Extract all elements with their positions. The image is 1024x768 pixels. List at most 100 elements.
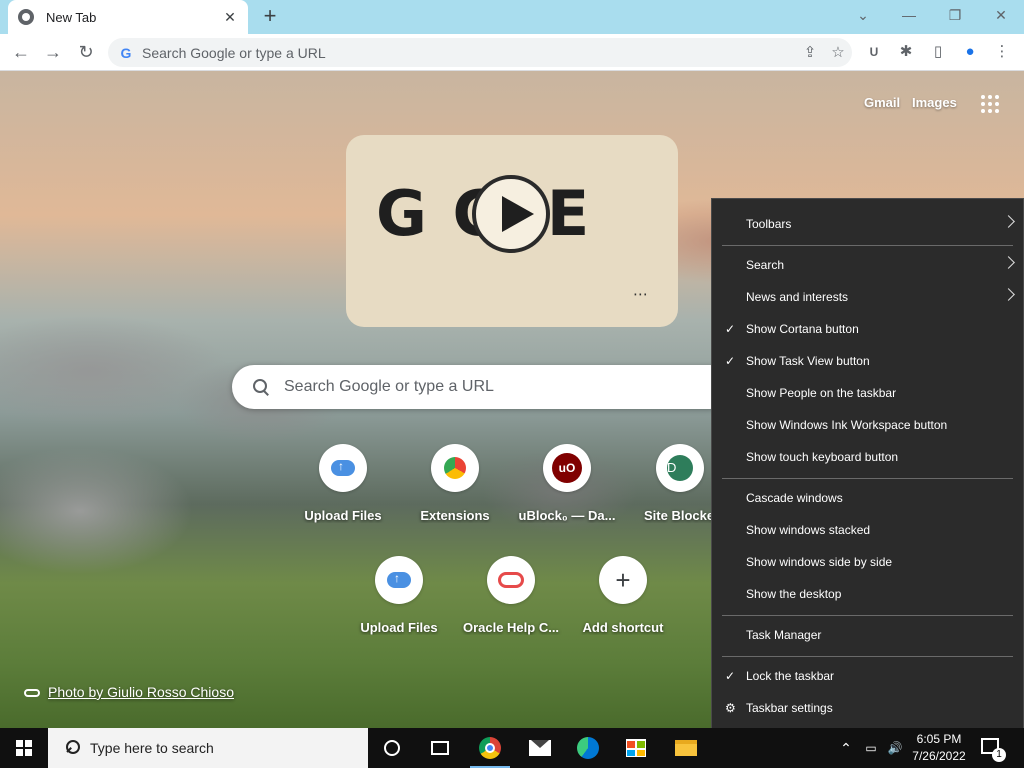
ntp-search-box[interactable]: Search Google or type a URL (232, 365, 732, 409)
gear-icon: ⚙ (725, 701, 736, 715)
menu-item-show-cortana[interactable]: ✓ Show Cortana button (712, 315, 1023, 343)
back-button[interactable]: ← (8, 39, 34, 65)
windows-taskbar: Type here to search ⌃ ▭ 🔊 6:05 PM 7/26/2… (0, 728, 1024, 768)
menu-separator (722, 615, 1013, 616)
checkmark-icon: ✓ (725, 669, 736, 683)
reload-button[interactable]: ↻ (73, 39, 99, 65)
clock-time: 6:05 PM (916, 732, 962, 746)
ntp-search-placeholder[interactable]: Search Google or type a URL (284, 378, 494, 396)
taskbar-chrome[interactable] (466, 728, 514, 768)
cortana-circle-icon (384, 740, 400, 756)
cloud-upload-icon (387, 571, 411, 588)
shortcut-upload-files[interactable]: Upload Files (287, 444, 399, 523)
menu-item-cascade-windows[interactable]: Cascade windows (712, 484, 1023, 512)
cortana-button[interactable] (368, 728, 416, 768)
shortcut-label: uBlock₀ — Da... (518, 508, 616, 523)
volume-icon[interactable]: 🔊 (884, 728, 906, 768)
menu-item-show-windows-side-by-side[interactable]: Show windows side by side (712, 548, 1023, 576)
shortcut-extensions[interactable]: Extensions (399, 444, 511, 523)
google-g-icon: G (120, 44, 132, 61)
task-view-button[interactable] (416, 728, 464, 768)
ublock-extension-icon[interactable]: U (861, 39, 887, 65)
chrome-menu-icon[interactable]: ⋮ (989, 39, 1015, 65)
task-view-icon (431, 741, 449, 755)
menu-item-show-task-view[interactable]: ✓ Show Task View button (712, 347, 1023, 375)
omnibox-placeholder[interactable]: Search Google or type a URL (142, 45, 796, 61)
tab-close-icon[interactable]: ✕ (222, 9, 238, 26)
side-panel-icon[interactable]: ▯ (925, 39, 951, 65)
chrome-icon (479, 737, 501, 759)
menu-item-search[interactable]: Search (712, 251, 1023, 279)
shortcut-site-blocked[interactable]: D Site Blocked (623, 444, 711, 523)
share-icon[interactable]: ⇪ (796, 39, 824, 67)
tab-new-tab[interactable]: New Tab ✕ (8, 0, 248, 34)
menu-item-show-windows-stacked[interactable]: Show windows stacked (712, 516, 1023, 544)
start-button[interactable] (0, 728, 48, 768)
photo-credit-text: Photo by Giulio Rosso Chioso (48, 684, 234, 700)
add-shortcut-button[interactable]: + Add shortcut (567, 556, 679, 635)
new-tab-button[interactable]: + (258, 5, 282, 29)
shortcut-label: Extensions (420, 508, 490, 523)
windows-logo-icon (16, 740, 32, 756)
taskbar-file-explorer[interactable] (662, 728, 710, 768)
menu-separator (722, 656, 1013, 657)
forward-button[interactable]: → (40, 39, 66, 65)
search-icon (252, 378, 270, 396)
doodle-share-icon[interactable]: ⋯ (633, 285, 648, 303)
menu-item-show-people[interactable]: Show People on the taskbar (712, 379, 1023, 407)
photo-credit-link[interactable]: Photo by Giulio Rosso Chioso (24, 684, 234, 700)
menu-item-show-desktop[interactable]: Show the desktop (712, 580, 1023, 608)
shortcut-upload-files-2[interactable]: Upload Files (343, 556, 455, 635)
menu-item-task-manager[interactable]: Task Manager (712, 621, 1023, 649)
omnibox[interactable]: G Search Google or type a URL ⇪ ☆ (108, 38, 852, 67)
search-icon (62, 740, 80, 756)
ublock-icon: uO (552, 453, 582, 483)
taskbar-clock[interactable]: 6:05 PM 7/26/2022 (906, 731, 972, 765)
checkmark-icon: ✓ (725, 354, 736, 368)
menu-item-show-ink-workspace[interactable]: Show Windows Ink Workspace button (712, 411, 1023, 439)
shortcut-label: Oracle Help C... (462, 620, 560, 635)
google-apps-icon[interactable] (981, 95, 999, 113)
close-window-button[interactable]: ✕ (978, 0, 1024, 30)
shortcut-label: Upload Files (360, 620, 438, 635)
menu-item-taskbar-settings[interactable]: ⚙ Taskbar settings (712, 694, 1023, 722)
restore-button[interactable]: ❐ (932, 0, 978, 30)
menu-item-lock-taskbar[interactable]: ✓ Lock the taskbar (712, 662, 1023, 690)
taskbar-search-box[interactable]: Type here to search (48, 728, 368, 768)
browser-titlebar: New Tab ✕ + ⌄ — ❐ ✕ (0, 0, 1024, 34)
shortcut-oracle-help[interactable]: Oracle Help C... (455, 556, 567, 635)
shortcut-ublock[interactable]: uO uBlock₀ — Da... (511, 444, 623, 523)
tab-title: New Tab (46, 9, 97, 25)
extensions-icon (444, 457, 466, 479)
taskbar-store[interactable] (612, 728, 660, 768)
gmail-link[interactable]: Gmail (864, 95, 900, 110)
network-icon[interactable]: ▭ (860, 728, 882, 768)
menu-item-toolbars[interactable]: Toolbars (712, 210, 1023, 238)
profile-avatar-icon[interactable]: ● (957, 39, 983, 65)
taskbar-mail[interactable] (516, 728, 564, 768)
bookmark-star-icon[interactable]: ☆ (824, 39, 852, 67)
folder-icon (675, 740, 697, 756)
shortcut-label: Add shortcut (582, 620, 664, 635)
menu-separator (722, 245, 1013, 246)
menu-item-news-and-interests[interactable]: News and interests (712, 283, 1023, 311)
chevron-right-icon (1002, 288, 1015, 301)
taskbar-context-menu: Toolbars Search News and interests ✓ Show… (711, 198, 1024, 730)
plus-icon: + (615, 564, 631, 595)
show-hidden-icons-chevron-icon[interactable]: ⌃ (836, 728, 856, 768)
checkmark-icon: ✓ (725, 322, 736, 336)
link-icon (24, 689, 40, 698)
play-icon[interactable] (472, 175, 550, 253)
google-doodle[interactable]: G GLE ⋯ (346, 135, 678, 327)
action-center-button[interactable]: 1 (980, 736, 1006, 762)
tab-search-icon[interactable]: ⌄ (840, 0, 886, 30)
images-link[interactable]: Images (912, 95, 957, 110)
menu-separator (722, 478, 1013, 479)
extensions-puzzle-icon[interactable]: ✱ (893, 39, 919, 65)
minimize-button[interactable]: — (886, 0, 932, 30)
chevron-right-icon (1002, 256, 1015, 269)
mail-icon (529, 740, 551, 756)
taskbar-edge[interactable] (564, 728, 612, 768)
menu-item-show-touch-keyboard[interactable]: Show touch keyboard button (712, 443, 1023, 471)
taskbar-search-placeholder[interactable]: Type here to search (90, 740, 214, 756)
